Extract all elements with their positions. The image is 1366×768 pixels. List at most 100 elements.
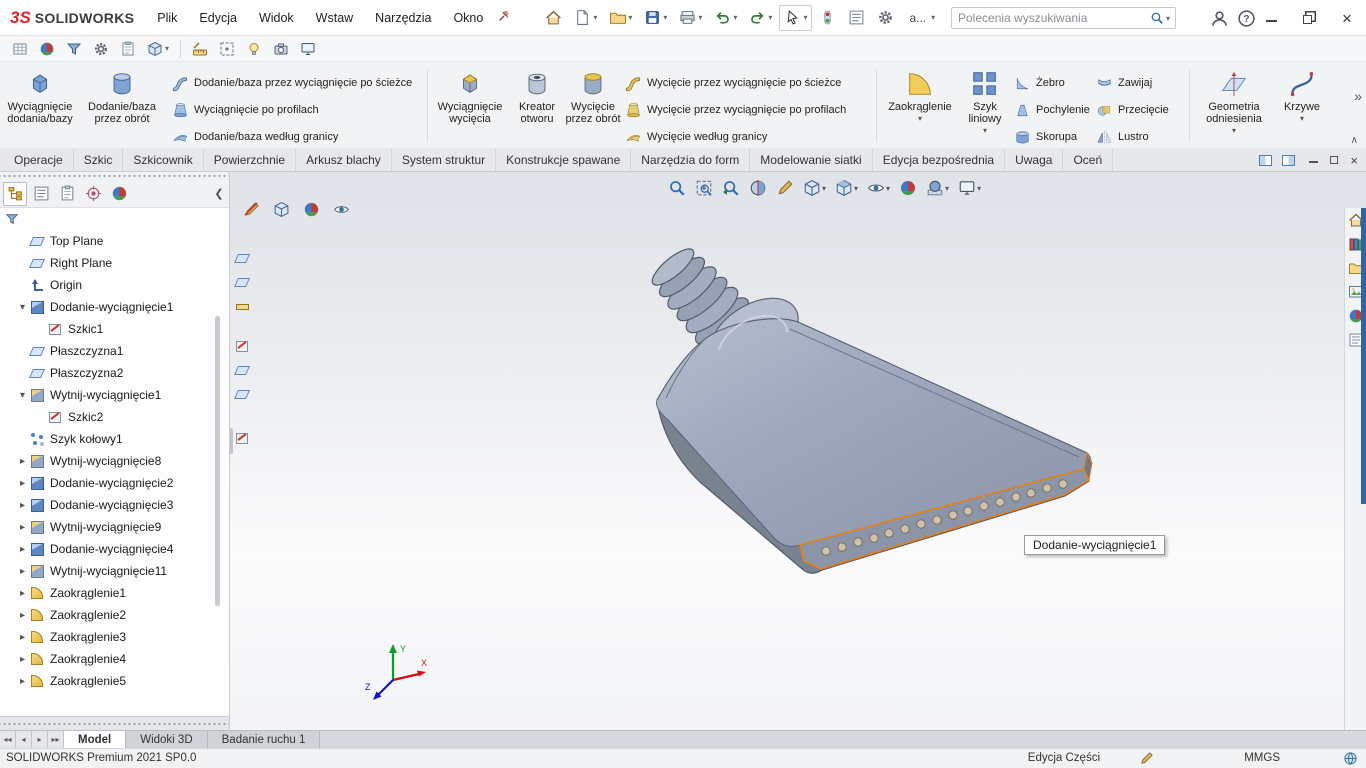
command-tab[interactable]: Edycja bezpośrednia: [873, 149, 1006, 171]
panel-splitter[interactable]: [0, 716, 229, 730]
measure-ruler-icon[interactable]: [188, 38, 212, 60]
tree-item[interactable]: Szkic1: [0, 318, 229, 340]
hole-wizard-button[interactable]: Kreator otworu: [509, 64, 565, 148]
search-input[interactable]: [952, 11, 1150, 25]
home-button[interactable]: [540, 5, 567, 31]
document-tab[interactable]: Widoki 3D: [126, 731, 208, 748]
command-tab[interactable]: Arkusz blachy: [296, 149, 392, 171]
tree-item[interactable]: ▸ Wytnij-wyciągnięcie8: [0, 450, 229, 472]
expand-arrow-icon[interactable]: ▸: [16, 676, 29, 687]
command-tab[interactable]: Powierzchnie: [204, 149, 297, 171]
minimize-button[interactable]: [1252, 0, 1290, 36]
display-monitor-icon[interactable]: [296, 38, 320, 60]
menu-item[interactable]: Edycja: [190, 7, 246, 29]
tree-item[interactable]: Szyk kołowy1: [0, 428, 229, 450]
panel-grip[interactable]: [0, 172, 229, 180]
menu-item[interactable]: Widok: [250, 7, 303, 29]
dock-right-icon[interactable]: [1282, 154, 1296, 166]
menu-item[interactable]: Wstaw: [307, 7, 363, 29]
render-sphere-icon[interactable]: [35, 38, 59, 60]
tree-item[interactable]: ▾ Dodanie-wyciągnięcie1: [0, 296, 229, 318]
file-properties-button[interactable]: [843, 5, 870, 31]
first-tab-icon[interactable]: ◂◂: [0, 731, 16, 748]
swept-boss-button[interactable]: Dodanie/baza przez wyciągnięcie po ścież…: [168, 74, 424, 92]
filter-funnel-icon[interactable]: [5, 212, 19, 226]
expand-arrow-icon[interactable]: ▸: [16, 544, 29, 555]
command-tab[interactable]: Narzędzia do form: [631, 149, 751, 171]
dock-left-icon[interactable]: [1259, 154, 1273, 166]
tree-item[interactable]: Origin: [0, 274, 229, 296]
camera-icon[interactable]: [269, 38, 293, 60]
undo-button[interactable]: [709, 5, 742, 31]
tree-item[interactable]: ▸ Zaokrąglenie1: [0, 582, 229, 604]
panel-collapse-icon[interactable]: ❮: [211, 184, 227, 202]
configuration-manager-tab[interactable]: [55, 182, 79, 206]
search-dropdown-icon[interactable]: ▾: [1166, 14, 1170, 23]
expand-arrow-icon[interactable]: ▸: [16, 588, 29, 599]
tree-item[interactable]: ▸ Wytnij-wyciągnięcie11: [0, 560, 229, 582]
display-manager-tab[interactable]: [107, 182, 131, 206]
tree-item[interactable]: ▾ Wytnij-wyciągnięcie1: [0, 384, 229, 406]
restore-button[interactable]: [1290, 0, 1328, 36]
lofted-cut-button[interactable]: Wycięcie przez wyciągnięcie po profilach: [621, 101, 873, 119]
command-tab[interactable]: Oceń: [1063, 149, 1114, 171]
section-frame-icon[interactable]: [215, 38, 239, 60]
document-tab[interactable]: Model: [64, 731, 127, 748]
command-tab[interactable]: Szkicownik: [123, 149, 204, 171]
tree-item[interactable]: Right Plane: [0, 252, 229, 274]
restore-document-icon[interactable]: [1330, 156, 1339, 164]
tree-item[interactable]: ▸ Dodanie-wyciągnięcie4: [0, 538, 229, 560]
options-gear-button[interactable]: [872, 5, 899, 31]
swept-cut-button[interactable]: Wycięcie przez wyciągnięcie po ścieżce: [621, 74, 873, 92]
linear-pattern-button[interactable]: Szyk liniowy: [960, 64, 1010, 148]
expand-arrow-icon[interactable]: ▸: [16, 500, 29, 511]
redo-button[interactable]: [744, 5, 777, 31]
expand-arrow-icon[interactable]: ▸: [16, 522, 29, 533]
boundary-boss-button[interactable]: Dodanie/baza według granicy: [168, 128, 424, 146]
system-options-icon[interactable]: [89, 38, 113, 60]
new-document-button[interactable]: [569, 5, 602, 31]
appearance-menu-button[interactable]: a...: [901, 5, 940, 31]
part-cube-icon[interactable]: [143, 38, 173, 60]
save-button[interactable]: [639, 5, 672, 31]
menu-item[interactable]: Narzędzia: [366, 7, 440, 29]
expand-arrow-icon[interactable]: ▸: [16, 632, 29, 643]
sketch-grid-icon[interactable]: [8, 38, 32, 60]
rib-button[interactable]: Żebro: [1010, 74, 1092, 92]
ribbon-collapse-icon[interactable]: ∧: [1351, 135, 1358, 146]
expand-arrow-icon[interactable]: ▸: [16, 478, 29, 489]
property-manager-tab[interactable]: [29, 182, 53, 206]
menu-item[interactable]: Plik: [148, 7, 186, 29]
tree-item[interactable]: Płaszczyzna1: [0, 340, 229, 362]
tree-item[interactable]: ▸ Wytnij-wyciągnięcie9: [0, 516, 229, 538]
print-button[interactable]: [674, 5, 707, 31]
document-tab[interactable]: Badanie ruchu 1: [207, 731, 321, 748]
command-tab[interactable]: Operacje: [4, 149, 74, 171]
extruded-cut-button[interactable]: Wyciągnięcie wycięcia: [431, 64, 509, 148]
close-document-icon[interactable]: ×: [1350, 154, 1358, 167]
tree-item[interactable]: ▸ Zaokrąglenie3: [0, 626, 229, 648]
extruded-boss-button[interactable]: Wyciągnięcie dodania/bazy: [4, 64, 76, 148]
last-tab-icon[interactable]: ▸▸: [48, 731, 64, 748]
units-label[interactable]: MMGS: [1244, 752, 1280, 764]
expand-arrow-icon[interactable]: ▾: [16, 302, 29, 313]
revolved-boss-button[interactable]: Dodanie/baza przez obrót: [76, 64, 168, 148]
close-button[interactable]: ×: [1328, 0, 1366, 36]
lights-bulb-icon[interactable]: [242, 38, 266, 60]
feature-manager-tab[interactable]: [3, 181, 27, 206]
expand-arrow-icon[interactable]: ▸: [16, 610, 29, 621]
tree-item[interactable]: Top Plane: [0, 230, 229, 252]
expand-arrow-icon[interactable]: ▸: [16, 456, 29, 467]
design-binder-icon[interactable]: [116, 38, 140, 60]
command-tab[interactable]: Modelowanie siatki: [750, 149, 873, 171]
open-button[interactable]: [604, 5, 637, 31]
tree-item[interactable]: ▸ Zaokrąglenie4: [0, 648, 229, 670]
ribbon-overflow-chevron[interactable]: »: [1354, 88, 1362, 104]
prev-tab-icon[interactable]: ◂: [16, 731, 32, 748]
tree-scrollbar[interactable]: [215, 316, 220, 606]
command-tab[interactable]: Szkic: [74, 149, 124, 171]
minimize-document-icon[interactable]: [1309, 157, 1319, 163]
task-pane-active-strip[interactable]: [1361, 208, 1366, 504]
tree-item[interactable]: Szkic2: [0, 406, 229, 428]
revolved-cut-button[interactable]: Wycięcie przez obrót: [565, 64, 621, 148]
